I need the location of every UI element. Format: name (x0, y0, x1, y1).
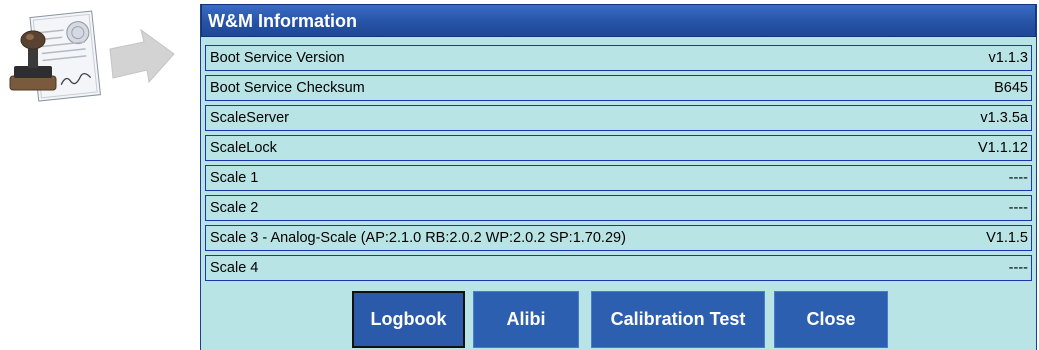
certificate-stamp-illustration (6, 4, 196, 112)
info-row-boot-service-checksum: Boot Service Checksum B645 (205, 75, 1032, 101)
row-value: B645 (994, 80, 1028, 96)
info-rows: Boot Service Version v1.1.3 Boot Service… (205, 45, 1032, 285)
logbook-button[interactable]: Logbook (352, 291, 465, 348)
info-row-scale-1: Scale 1 ---- (205, 165, 1032, 191)
row-value: V1.1.12 (978, 140, 1028, 156)
row-label: Scale 4 (210, 260, 259, 276)
row-value: v1.3.5a (980, 110, 1028, 126)
info-row-scalelock: ScaleLock V1.1.12 (205, 135, 1032, 161)
wm-information-dialog: W&M Information Boot Service Version v1.… (200, 4, 1037, 350)
row-label: Scale 2 (210, 200, 259, 216)
row-value: ---- (1008, 200, 1028, 216)
row-label: ScaleServer (210, 110, 289, 126)
row-value: V1.1.5 (986, 230, 1028, 246)
info-row-scale-2: Scale 2 ---- (205, 195, 1032, 221)
row-label: Scale 1 (210, 170, 259, 186)
row-value: ---- (1008, 260, 1028, 276)
certificate-stamp-icon (9, 10, 175, 102)
close-button[interactable]: Close (774, 291, 888, 348)
info-row-scaleserver: ScaleServer v1.3.5a (205, 105, 1032, 131)
dialog-title: W&M Information (201, 4, 1036, 37)
row-value: v1.1.3 (988, 50, 1029, 66)
info-row-boot-service-version: Boot Service Version v1.1.3 (205, 45, 1032, 71)
row-label: Boot Service Version (210, 50, 345, 66)
calibration-test-button[interactable]: Calibration Test (591, 291, 765, 348)
row-label: Scale 3 - Analog-Scale (AP:2.1.0 RB:2.0.… (210, 230, 626, 246)
row-label: ScaleLock (210, 140, 277, 156)
row-label: Boot Service Checksum (210, 80, 365, 96)
arrow-right-icon (109, 28, 175, 84)
row-value: ---- (1008, 170, 1028, 186)
alibi-button[interactable]: Alibi (473, 291, 579, 348)
info-row-scale-3: Scale 3 - Analog-Scale (AP:2.1.0 RB:2.0.… (205, 225, 1032, 251)
button-bar: Logbook Alibi Calibration Test Close (201, 291, 1036, 350)
info-row-scale-4: Scale 4 ---- (205, 255, 1032, 281)
